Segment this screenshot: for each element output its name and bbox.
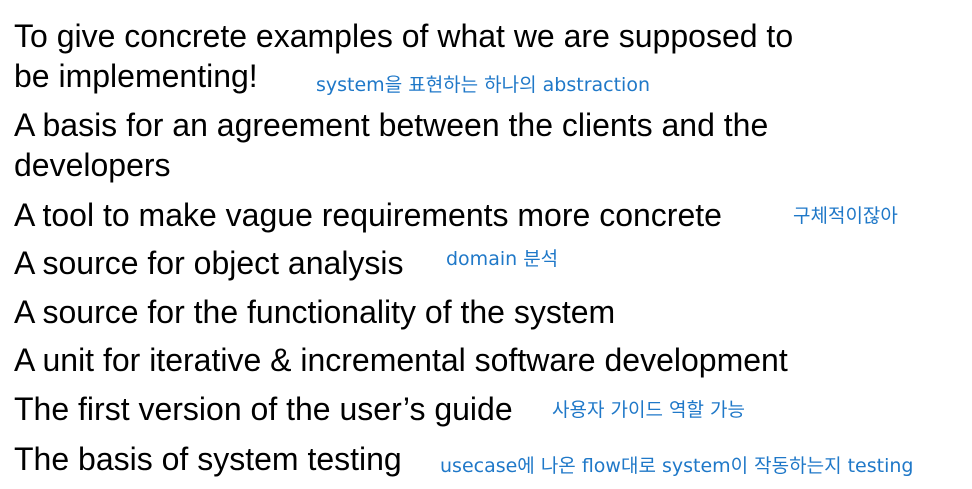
annotation-concrete: 구체적이잖아 bbox=[793, 205, 898, 227]
annotation-user-guide: 사용자 가이드 역할 가능 bbox=[552, 399, 745, 421]
bullet-line-5: A source for the functionality of the sy… bbox=[14, 294, 616, 330]
annotation-domain: domain 분석 bbox=[446, 248, 559, 270]
bullet-line-3: A tool to make vague requirements more c… bbox=[14, 197, 722, 233]
annotation-testing: usecase에 나온 flow대로 system이 작동하는지 testing bbox=[440, 455, 914, 477]
bullet-line-2: A basis for an agreement between the cli… bbox=[14, 107, 769, 143]
bullet-line-8: The basis of system testing bbox=[14, 441, 402, 477]
bullet-line-1-cont: be implementing! bbox=[14, 58, 258, 94]
bullet-line-2-cont: developers bbox=[14, 147, 171, 183]
annotation-abstraction: system을 표현하는 하나의 abstraction bbox=[316, 74, 650, 96]
bullet-line-7: The first version of the user’s guide bbox=[14, 391, 513, 427]
bullet-line-4: A source for object analysis bbox=[14, 245, 404, 281]
bullet-line-1: To give concrete examples of what we are… bbox=[14, 18, 794, 54]
bullet-line-6: A unit for iterative & incremental softw… bbox=[14, 342, 788, 378]
